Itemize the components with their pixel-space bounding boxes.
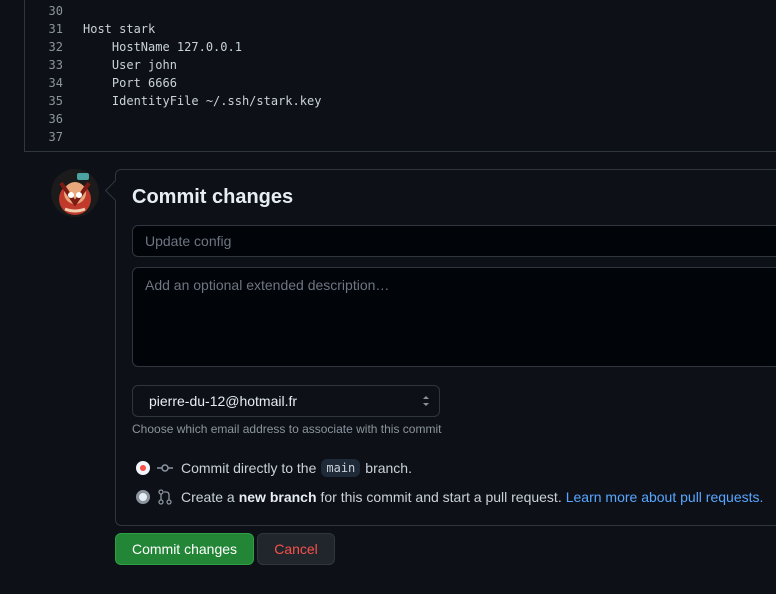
git-commit-icon xyxy=(157,460,173,476)
commit-direct-text: Commit directly to the xyxy=(181,460,317,476)
line-content: User john xyxy=(83,58,177,72)
email-help-text: Choose which email address to associate … xyxy=(132,422,442,436)
line-content: Host stark xyxy=(83,22,156,36)
line-content: IdentityFile ~/.ssh/stark.key xyxy=(83,94,322,108)
new-branch-radio[interactable] xyxy=(136,490,150,504)
git-pull-request-icon xyxy=(157,489,173,505)
email-select[interactable]: pierre-du-12@hotmail.fr xyxy=(132,385,440,417)
avatar[interactable] xyxy=(51,169,99,217)
commit-direct-radio[interactable] xyxy=(136,461,150,475)
commit-direct-suffix: branch. xyxy=(365,460,412,476)
code-viewer: 30 31 Host stark 32 HostName 127.0.0.1 33… xyxy=(24,0,776,152)
new-branch-option[interactable]: Create a new branch for this commit and … xyxy=(136,487,763,507)
user-avatar-image xyxy=(51,169,99,217)
line-number: 35 xyxy=(48,94,63,108)
email-select-value: pierre-du-12@hotmail.fr xyxy=(149,393,298,409)
commit-changes-button[interactable]: Commit changes xyxy=(115,533,254,565)
new-branch-bold: new branch xyxy=(238,489,317,505)
line-number: 30 xyxy=(48,4,63,18)
commit-description-input[interactable] xyxy=(132,267,776,367)
line-number: 36 xyxy=(48,112,63,126)
line-number: 34 xyxy=(48,76,63,90)
commit-title: Commit changes xyxy=(132,186,294,208)
commit-direct-option[interactable]: Commit directly to the main branch. xyxy=(136,458,412,478)
new-branch-prefix: Create a xyxy=(181,489,235,505)
new-branch-suffix: for this commit and start a pull request… xyxy=(320,489,562,505)
line-content: Port 6666 xyxy=(83,76,177,90)
learn-more-link[interactable]: Learn more about pull requests. xyxy=(566,489,764,505)
line-number: 37 xyxy=(48,130,63,144)
line-number: 32 xyxy=(48,40,63,54)
line-number: 33 xyxy=(48,58,63,72)
line-content: HostName 127.0.0.1 xyxy=(83,40,242,54)
cancel-button[interactable]: Cancel xyxy=(257,533,335,565)
branch-name-chip: main xyxy=(321,459,361,477)
select-caret-icon xyxy=(423,396,429,406)
commit-summary-input[interactable] xyxy=(132,225,776,257)
line-number: 31 xyxy=(48,22,63,36)
